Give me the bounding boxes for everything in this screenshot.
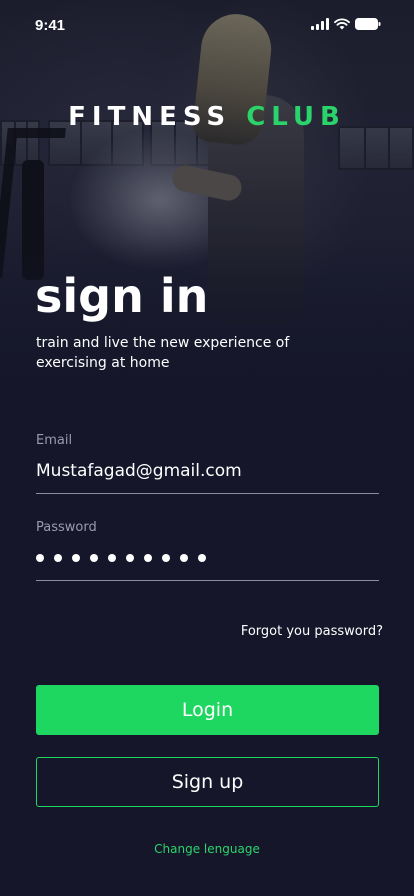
sign-in-screen: 9:41 FITNESS CLUB sign in train and live… xyxy=(0,0,414,896)
password-field: Password xyxy=(36,520,379,581)
login-button[interactable]: Login xyxy=(36,685,379,735)
status-time: 9:41 xyxy=(35,17,66,34)
battery-icon xyxy=(355,18,381,30)
signal-icon xyxy=(311,18,329,30)
password-dot xyxy=(162,553,170,562)
forgot-password-link[interactable]: Forgot you password? xyxy=(241,624,383,639)
page-title: sign in xyxy=(35,269,209,323)
password-dot xyxy=(126,553,134,562)
brand-logo: FITNESS CLUB xyxy=(0,102,414,132)
password-label: Password xyxy=(36,520,97,535)
password-input[interactable] xyxy=(36,535,379,581)
page-subtitle: train and live the new experience of exe… xyxy=(36,335,290,371)
password-dot xyxy=(54,553,62,562)
hero-photo xyxy=(0,0,414,440)
status-bar: 9:41 xyxy=(0,0,414,50)
status-icons xyxy=(311,18,381,30)
password-dot xyxy=(144,553,152,562)
password-dot xyxy=(180,553,188,562)
password-dot xyxy=(36,553,44,562)
password-dot xyxy=(198,553,206,562)
password-dot xyxy=(108,553,116,562)
change-language-link[interactable]: Change lenguage xyxy=(0,842,414,856)
signup-button[interactable]: Sign up xyxy=(36,757,379,807)
brand-fitness: FITNESS xyxy=(68,102,232,132)
password-dot xyxy=(72,553,80,562)
password-dot xyxy=(90,553,98,562)
wifi-icon xyxy=(334,18,350,30)
gym-window xyxy=(338,126,414,170)
email-field: Email xyxy=(36,433,379,494)
email-input[interactable] xyxy=(36,448,379,494)
email-label: Email xyxy=(36,433,73,448)
brand-club: CLUB xyxy=(246,102,346,132)
